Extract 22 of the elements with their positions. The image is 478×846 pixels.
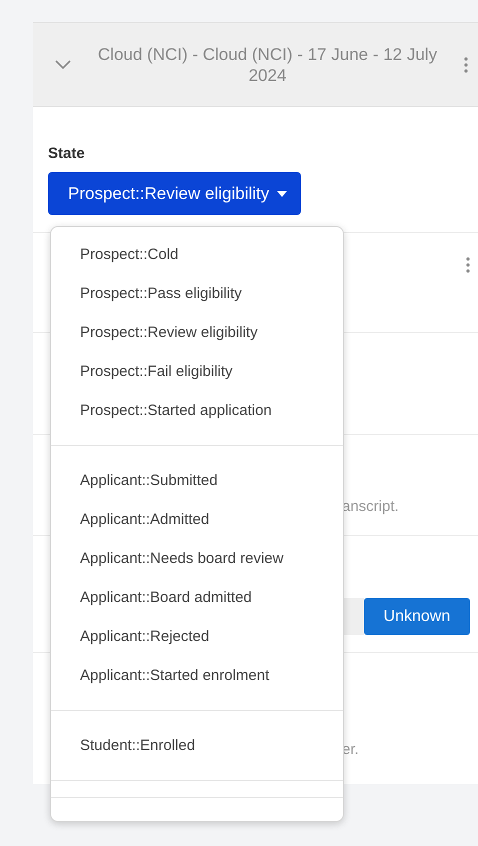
description-text: anscript. <box>342 498 399 515</box>
section-title: Cloud (NCI) - Cloud (NCI) - 17 June - 12 July 2024 <box>96 44 438 86</box>
field-label: State <box>48 145 86 162</box>
menu-item[interactable]: Applicant::Started enrolment <box>51 656 343 695</box>
caret-icon <box>277 190 288 196</box>
menu-item[interactable]: Prospect::Cold <box>51 235 343 274</box>
menu-item[interactable]: Applicant::Submitted <box>51 461 343 500</box>
state-dropdown[interactable]: Prospect::Review eligibility <box>48 172 302 215</box>
menu-item[interactable]: Prospect::Pass eligibility <box>51 274 343 313</box>
menu-item[interactable]: Student::Enrolled <box>51 726 343 765</box>
menu-item[interactable]: Applicant::Admitted <box>51 500 343 539</box>
more-options-icon[interactable] <box>464 56 468 72</box>
input-field[interactable] <box>342 598 364 635</box>
menu-item[interactable]: Applicant::Board admitted <box>51 578 343 617</box>
unknown-button[interactable]: Unknown <box>364 598 470 635</box>
menu-item[interactable]: Prospect::Fail eligibility <box>51 352 343 391</box>
chevron-down-icon[interactable] <box>55 60 71 70</box>
more-options-icon[interactable] <box>466 257 470 273</box>
menu-item[interactable]: Applicant::Needs board review <box>51 539 343 578</box>
menu-item[interactable]: Prospect::Started application <box>51 391 343 430</box>
menu-item[interactable]: Applicant::Rejected <box>51 617 343 656</box>
menu-item[interactable]: Prospect::Review eligibility <box>51 313 343 352</box>
